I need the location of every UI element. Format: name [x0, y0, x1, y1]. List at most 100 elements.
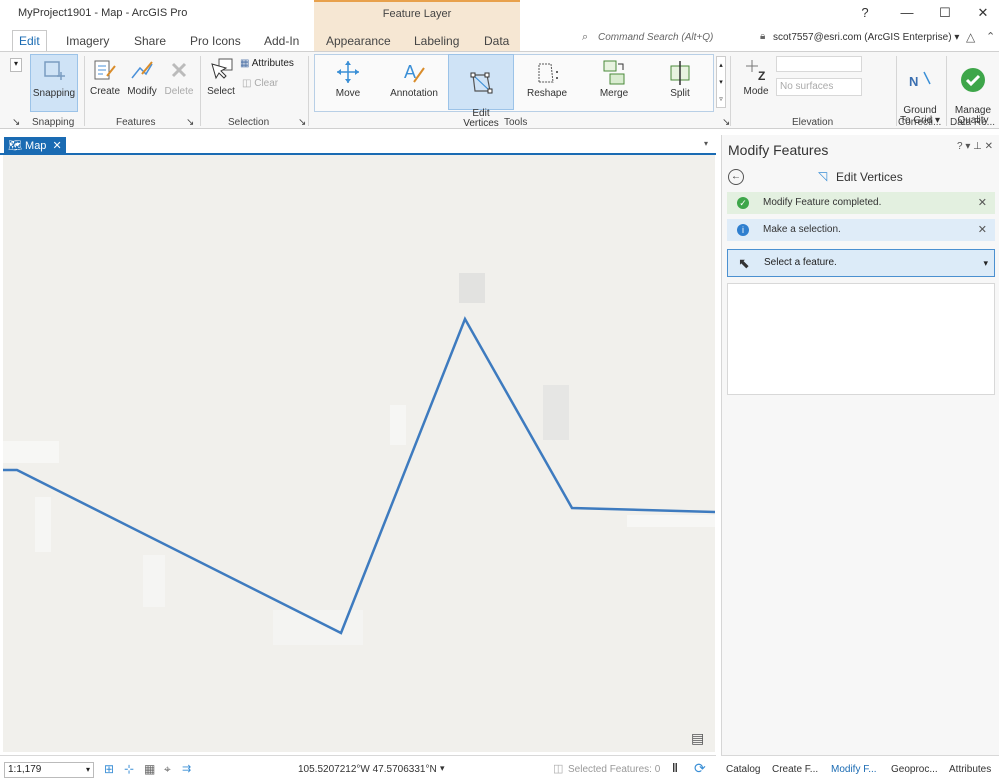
command-search-input[interactable]: Command Search (Alt+Q): [598, 32, 713, 43]
split-label: Split: [670, 88, 690, 99]
north-arrow-icon: N: [909, 71, 931, 89]
group-label-features: Features: [116, 117, 156, 128]
split-button[interactable]: Split: [662, 58, 698, 99]
tools-launcher-icon[interactable]: ↘: [722, 117, 730, 128]
edit-vertices-button[interactable]: Edit Vertices: [448, 54, 514, 129]
maximize-button[interactable]: ☐: [934, 4, 956, 22]
dialog-launcher-icon[interactable]: ↘: [12, 117, 20, 128]
map-canvas[interactable]: [3, 155, 715, 752]
feature-list[interactable]: [727, 283, 995, 395]
tab-edit[interactable]: Edit: [12, 30, 47, 52]
snapping-dropdown[interactable]: ▾: [10, 58, 22, 72]
modify-button[interactable]: Modify: [124, 56, 160, 97]
z-mode-icon: Z: [746, 60, 765, 83]
select-button[interactable]: Select: [204, 56, 238, 97]
grid-toggle-icon[interactable]: ⊞: [104, 762, 114, 776]
tab-data[interactable]: Data: [478, 32, 515, 50]
collapse-ribbon-icon[interactable]: ⌃: [986, 30, 995, 43]
reshape-button[interactable]: Reshape: [524, 58, 570, 99]
annotation-button[interactable]: A Annotation: [384, 58, 444, 99]
delete-icon: [171, 62, 187, 78]
pause-drawing-icon[interactable]: ‖: [672, 761, 678, 775]
tab-modify-features[interactable]: Modify F...: [831, 764, 877, 775]
snapping-toggle-icon[interactable]: ⊹: [124, 762, 134, 776]
split-icon: [670, 61, 690, 85]
ribbon: ▾ Snapping Create Modify Delete Select ▦…: [0, 51, 999, 129]
tools-gallery-scroll[interactable]: ▴ ▾ ▿: [716, 56, 726, 108]
map-tab-menu-icon[interactable]: ▾: [704, 139, 708, 148]
tab-add-in[interactable]: Add-In: [258, 32, 305, 50]
crosshair-toggle-icon[interactable]: ⌖: [164, 762, 171, 777]
mode-button[interactable]: Z Mode: [738, 56, 774, 97]
dismiss-success-icon[interactable]: ✕: [978, 192, 987, 214]
z-value-field[interactable]: [776, 56, 862, 72]
tab-attributes[interactable]: Attributes: [949, 764, 991, 775]
merge-button[interactable]: Merge: [594, 58, 634, 99]
select-feature-dropdown[interactable]: ⬉ Select a feature. ▾: [727, 249, 995, 277]
tab-create-features[interactable]: Create F...: [772, 764, 818, 775]
notification-icon[interactable]: △: [966, 30, 975, 44]
move-button[interactable]: Move: [330, 58, 366, 99]
map-legend-icon[interactable]: ▤: [691, 730, 704, 747]
map-icon: 🗺︎: [8, 140, 22, 152]
tab-catalog[interactable]: Catalog: [726, 764, 760, 775]
success-message: ✓ Modify Feature completed. ✕: [727, 192, 995, 214]
coordinate-readout: 105.5207212°W 47.5706331°N: [298, 764, 437, 775]
tab-pro-icons[interactable]: Pro Icons: [184, 32, 247, 50]
manage-quality-button[interactable]: Manage Quality: [950, 56, 996, 126]
tab-imagery[interactable]: Imagery: [60, 32, 115, 50]
coordinate-format-dropdown-icon[interactable]: ▾: [440, 763, 445, 774]
correction-toggle-icon[interactable]: ⇉: [182, 762, 191, 775]
close-map-tab-icon[interactable]: ✕: [50, 140, 62, 152]
tab-appearance[interactable]: Appearance: [320, 32, 397, 50]
refresh-icon[interactable]: ⟳: [694, 760, 706, 777]
map-raster-patch: [627, 515, 715, 527]
tools-gallery: [314, 54, 714, 112]
back-arrow-icon[interactable]: ←: [728, 169, 744, 185]
map-raster-patch: [273, 610, 363, 645]
close-button[interactable]: ✕: [972, 4, 994, 22]
map-raster-patch: [35, 497, 51, 552]
svg-text:A: A: [404, 62, 416, 82]
tab-labeling[interactable]: Labeling: [408, 32, 465, 50]
tab-map[interactable]: 🗺︎ Map ✕: [4, 137, 66, 155]
tab-geoprocessing[interactable]: Geoproc...: [891, 764, 938, 775]
map-raster-patch: [459, 273, 485, 303]
scale-dropdown-icon: ▾: [85, 765, 90, 774]
pane-controls[interactable]: ? ▾ ⊥ ✕: [957, 141, 993, 152]
scale-dropdown[interactable]: 1:1,179 ▾: [4, 762, 94, 778]
group-label-tools: Tools: [504, 117, 528, 128]
clear-label: Clear: [254, 78, 279, 89]
clear-button[interactable]: ◫ Clear: [242, 78, 278, 89]
info-message: i Make a selection. ✕: [727, 219, 995, 241]
create-button[interactable]: Create: [88, 56, 122, 97]
check-circle-icon: [961, 68, 985, 92]
annotation-icon: A: [404, 62, 425, 83]
minimize-button[interactable]: —: [896, 4, 918, 22]
map-view[interactable]: ▤: [3, 155, 715, 752]
group-label-elevation: Elevation: [792, 117, 834, 128]
tab-share[interactable]: Share: [128, 32, 172, 50]
table-toggle-icon[interactable]: ▦: [144, 762, 155, 776]
info-icon: i: [737, 224, 749, 236]
pane-title: Modify Features: [728, 142, 829, 158]
dismiss-info-icon[interactable]: ✕: [978, 219, 987, 241]
clear-selection-icon: ◫: [242, 78, 252, 89]
check-icon: ✓: [737, 197, 749, 209]
modify-features-pane: Modify Features ? ▾ ⊥ ✕ ← ◹ Edit Vertice…: [721, 135, 999, 755]
modify-features-icon: [131, 61, 153, 79]
features-launcher-icon[interactable]: ↘: [186, 117, 194, 128]
status-bar: 1:1,179 ▾ ⊞ ⊹ ▦ ⌖ ⇉ 105.5207212°W 47.570…: [0, 755, 716, 782]
help-button[interactable]: ?: [854, 4, 876, 22]
snapping-button[interactable]: Snapping: [30, 54, 78, 112]
selection-launcher-icon[interactable]: ↘: [298, 117, 306, 128]
mode-label: Mode: [743, 86, 769, 97]
modify-label: Modify: [127, 86, 157, 97]
polyline-feature[interactable]: [3, 316, 715, 635]
delete-button[interactable]: Delete: [162, 56, 196, 97]
selected-features-count[interactable]: Selected Features: 0: [568, 764, 660, 775]
attributes-button[interactable]: ▦ Attributes: [240, 58, 294, 69]
user-account[interactable]: scot7557@esri.com (ArcGIS Enterprise) ▾: [773, 32, 959, 43]
ground-to-grid-button[interactable]: N Ground To Grid ▾: [898, 56, 942, 126]
surface-dropdown[interactable]: No surfaces: [776, 78, 862, 96]
